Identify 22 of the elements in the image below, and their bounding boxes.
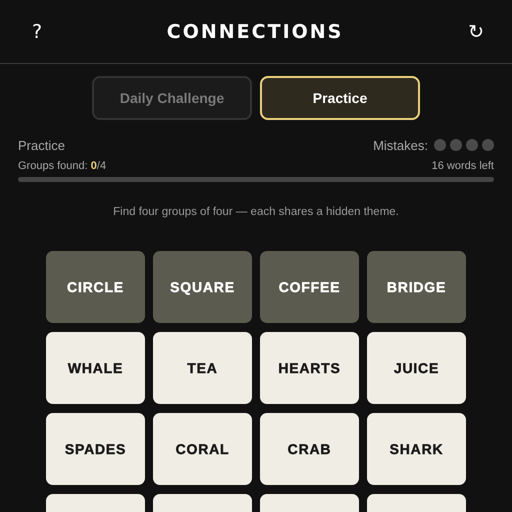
word-tile[interactable]: SHARK xyxy=(367,413,466,485)
instruction-text: Find four groups of four — each shares a hidden theme. xyxy=(112,206,400,218)
word-tile[interactable]: HEARTS xyxy=(260,332,359,404)
mode-label: Practice xyxy=(18,138,65,152)
mistakes-label: Mistakes: xyxy=(373,138,428,152)
word-tile[interactable]: TEA xyxy=(153,332,252,404)
mode-tab[interactable]: Daily Challenge xyxy=(92,76,252,120)
word-tile[interactable]: SPADES xyxy=(46,413,145,485)
app-title: CONNECTIONS xyxy=(166,20,344,42)
words-left-text: 16 words left xyxy=(432,160,494,172)
word-tile[interactable]: CRAB xyxy=(260,413,359,485)
word-tile[interactable]: WHALE xyxy=(46,332,145,404)
word-tile[interactable]: COFFEE xyxy=(260,251,359,323)
word-tile[interactable]: BRIDGE xyxy=(367,251,466,323)
help-button[interactable]: ? xyxy=(28,20,46,42)
groups-found-text: Groups found: 0/4 xyxy=(18,160,106,172)
mode-tab[interactable]: Practice xyxy=(260,76,420,120)
word-tile[interactable]: SQUARE xyxy=(153,251,252,323)
word-tile[interactable]: JUICE xyxy=(367,332,466,404)
word-tile[interactable]: CIRCLE xyxy=(46,251,145,323)
word-tile[interactable]: CORAL xyxy=(153,413,252,485)
refresh-button[interactable]: ↻ xyxy=(464,20,488,42)
